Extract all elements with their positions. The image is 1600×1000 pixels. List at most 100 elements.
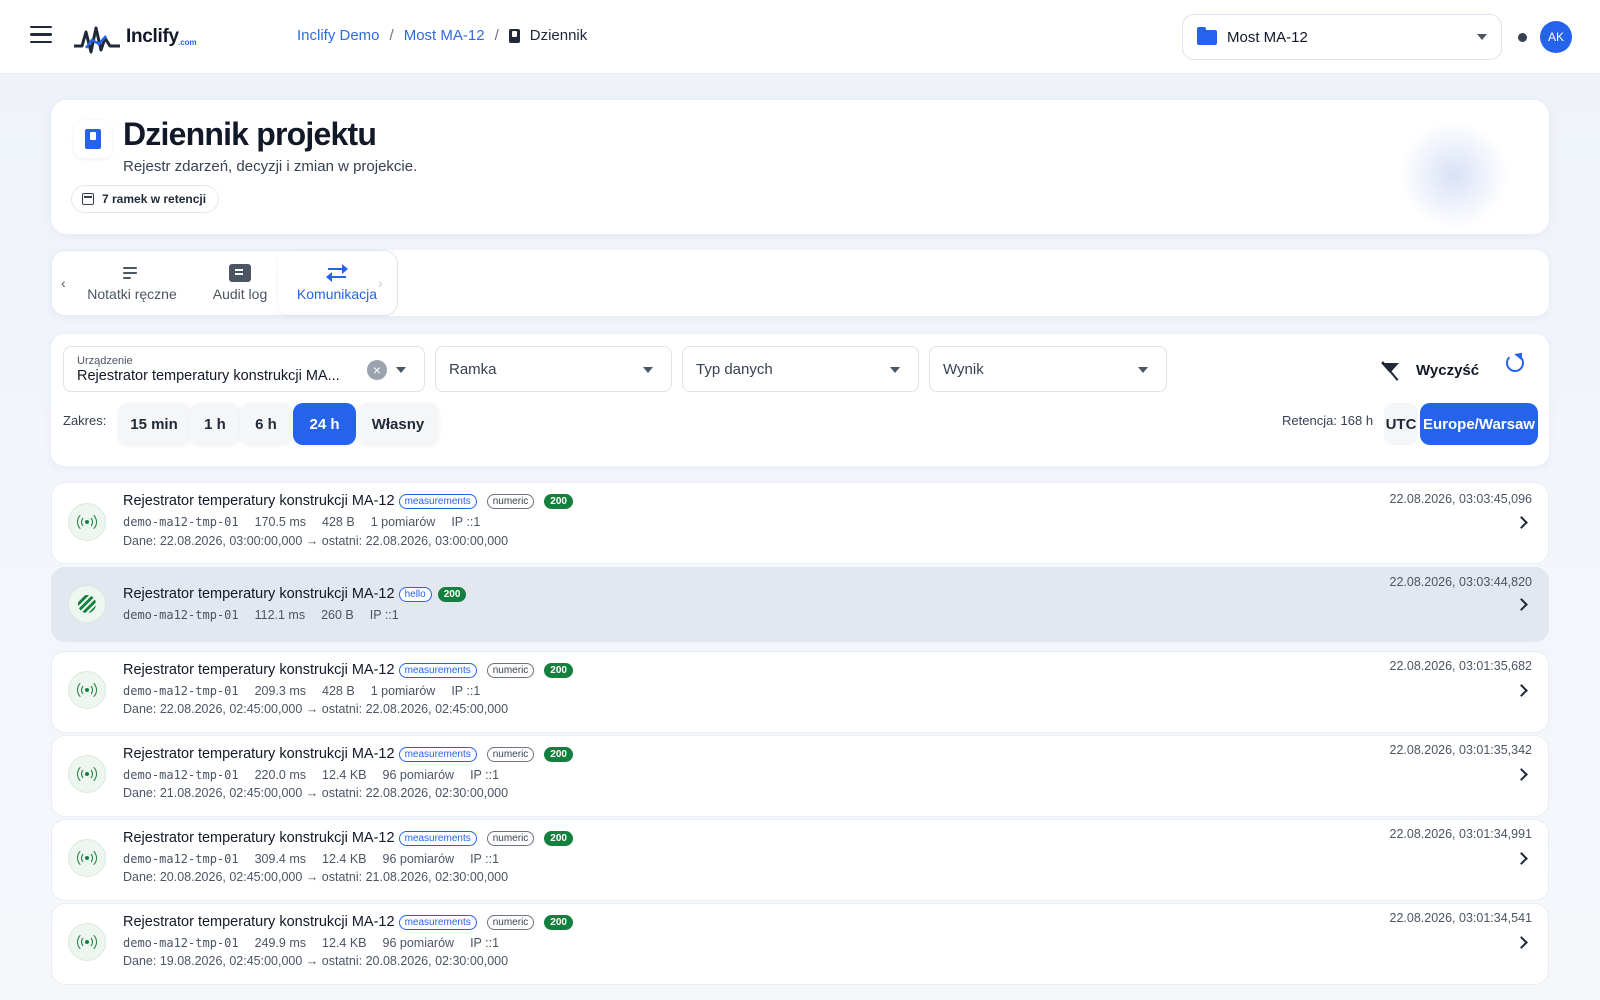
book-icon xyxy=(508,28,520,43)
duration: 309.4 ms xyxy=(254,852,307,866)
tag-measurements: measurements xyxy=(398,662,477,678)
avatar[interactable]: AK xyxy=(1540,21,1572,53)
breadcrumb-link-project[interactable]: Most MA-12 xyxy=(404,27,485,44)
log-entry[interactable]: Rejestrator temperatury konstrukcji MA-1… xyxy=(51,651,1549,733)
logo[interactable]: Inclify .com xyxy=(72,22,202,56)
chevron-down-icon xyxy=(1477,34,1487,40)
tab-audit-log[interactable]: Audit log xyxy=(198,251,282,315)
timestamp: 22.08.2026, 03:01:35,682 xyxy=(1389,659,1533,673)
clear-filters-button[interactable]: Wyczyść xyxy=(1380,356,1479,384)
range-15min[interactable]: 15 min xyxy=(118,403,190,445)
logo-suffix: .com xyxy=(178,38,197,47)
chevron-right-icon xyxy=(1515,936,1528,949)
log-entry-title: Rejestrator temperatury konstrukcji MA-1… xyxy=(123,493,395,509)
log-entry-title: Rejestrator temperatury konstrukcji MA-1… xyxy=(123,914,395,930)
frame-select[interactable]: Ramka xyxy=(435,346,672,392)
device-id: demo-ma12-tmp-01 xyxy=(123,768,239,782)
chevron-down-icon xyxy=(1138,367,1148,373)
measurement-count: 96 pomiarów xyxy=(382,852,455,866)
range-24h[interactable]: 24 h xyxy=(293,403,356,445)
log-entry[interactable]: Rejestrator temperatury konstrukcji MA-1… xyxy=(51,735,1549,817)
duration: 249.9 ms xyxy=(254,936,307,950)
log-entry-title: Rejestrator temperatury konstrukcji MA-1… xyxy=(123,586,395,602)
data-from: Dane: 21.08.2026, 02:45:00,000 xyxy=(123,786,303,800)
payload-size: 428 B xyxy=(322,684,355,698)
retention-chip: 7 ramek w retencji xyxy=(71,185,220,213)
tab-notes[interactable]: Notatki ręczne xyxy=(72,251,192,315)
device-id: demo-ma12-tmp-01 xyxy=(123,936,239,950)
chevron-down-icon xyxy=(396,367,406,373)
log-entry-title: Rejestrator temperatury konstrukcji MA-1… xyxy=(123,746,395,762)
log-entry[interactable]: Rejestrator temperatury konstrukcji MA-1… xyxy=(51,819,1549,901)
arrow-right-icon: → xyxy=(305,954,322,968)
measurement-count: 96 pomiarów xyxy=(382,768,455,782)
timezone-local[interactable]: Europe/Warsaw xyxy=(1420,403,1538,445)
range-label: Zakres: xyxy=(63,413,107,428)
logo-mark-icon xyxy=(74,26,120,54)
range-custom[interactable]: Własny xyxy=(357,403,439,445)
breadcrumb-link-org[interactable]: Inclify Demo xyxy=(297,27,380,44)
radio-signal-icon xyxy=(77,932,97,952)
measurement-count: 1 pomiarów xyxy=(370,684,436,698)
chevron-right-icon xyxy=(1515,598,1528,611)
ip-address: IP ::1 xyxy=(470,768,500,782)
arrow-right-icon: → xyxy=(305,534,322,548)
tag-measurements: measurements xyxy=(398,830,477,846)
duration: 112.1 ms xyxy=(254,608,306,622)
chevron-right-icon xyxy=(1515,768,1528,781)
measurement-count: 1 pomiarów xyxy=(370,515,436,529)
page-header: Dziennik projektu Rejestr zdarzeń, decyz… xyxy=(51,100,1549,234)
device-select[interactable]: Urządzenie Rejestrator temperatury konst… xyxy=(63,346,425,392)
data-type-select[interactable]: Typ danych xyxy=(682,346,919,392)
device-select-value: Rejestrator temperatury konstrukcji MA..… xyxy=(77,368,340,384)
arrow-right-icon: → xyxy=(305,786,322,800)
duration: 170.5 ms xyxy=(254,515,307,529)
device-id: demo-ma12-tmp-01 xyxy=(123,608,239,622)
log-entry-title: Rejestrator temperatury konstrukcji MA-1… xyxy=(123,662,395,678)
project-select[interactable]: Most MA-12 xyxy=(1182,14,1502,60)
device-id: demo-ma12-tmp-01 xyxy=(123,852,239,866)
breadcrumb: Inclify Demo / Most MA-12 / Dziennik xyxy=(297,27,588,44)
payload-size: 12.4 KB xyxy=(322,768,367,782)
ip-address: IP ::1 xyxy=(451,515,481,529)
logo-text: Inclify xyxy=(126,26,179,47)
retention-info: Retencja: 168 h xyxy=(1282,413,1374,428)
arrow-right-icon: → xyxy=(305,702,322,716)
payload-size: 12.4 KB xyxy=(322,936,367,950)
tag-numeric: numeric xyxy=(486,746,535,762)
project-select-value: Most MA-12 xyxy=(1227,28,1308,46)
folder-icon xyxy=(1197,26,1217,45)
tabs-scroll-left-icon[interactable]: ‹ xyxy=(61,275,66,291)
status-badge: 200 xyxy=(544,830,573,846)
log-entry-title: Rejestrator temperatury konstrukcji MA-1… xyxy=(123,830,395,846)
log-entry[interactable]: Rejestrator temperatury konstrukcji MA-1… xyxy=(51,903,1549,985)
log-entry[interactable]: Rejestrator temperatury konstrukcji MA-1… xyxy=(51,567,1549,642)
tabs-scroll-right-icon[interactable]: › xyxy=(378,275,383,291)
log-entry[interactable]: Rejestrator temperatury konstrukcji MA-1… xyxy=(51,482,1549,564)
data-to: ostatni: 22.08.2026, 02:30:00,000 xyxy=(321,786,509,800)
radio-signal-icon xyxy=(77,512,97,532)
ip-address: IP ::1 xyxy=(470,852,500,866)
data-to: ostatni: 20.08.2026, 02:30:00,000 xyxy=(321,954,509,968)
menu-icon[interactable] xyxy=(30,26,52,46)
range-1h[interactable]: 1 h xyxy=(190,403,240,445)
timestamp: 22.08.2026, 03:01:34,541 xyxy=(1389,911,1533,925)
measurement-count: 96 pomiarów xyxy=(382,936,455,950)
radio-signal-icon xyxy=(77,764,97,784)
arrow-right-icon: → xyxy=(305,870,322,884)
timezone-utc[interactable]: UTC xyxy=(1384,403,1418,445)
chevron-down-icon xyxy=(890,367,900,373)
chevron-right-icon xyxy=(1515,852,1528,865)
journal-icon-box xyxy=(74,120,112,158)
status-dot xyxy=(1518,33,1527,42)
result-select[interactable]: Wynik xyxy=(929,346,1167,392)
status-badge: 200 xyxy=(544,746,573,762)
range-6h[interactable]: 6 h xyxy=(240,403,292,445)
clear-device-icon[interactable]: × xyxy=(367,360,387,380)
data-from: Dane: 20.08.2026, 02:45:00,000 xyxy=(123,870,303,884)
data-from: Dane: 22.08.2026, 03:00:00,000 xyxy=(123,534,303,548)
checklist-icon xyxy=(229,264,251,282)
refresh-icon[interactable] xyxy=(1506,354,1524,372)
tag-measurements: measurements xyxy=(398,914,477,930)
device-id: demo-ma12-tmp-01 xyxy=(123,684,239,698)
